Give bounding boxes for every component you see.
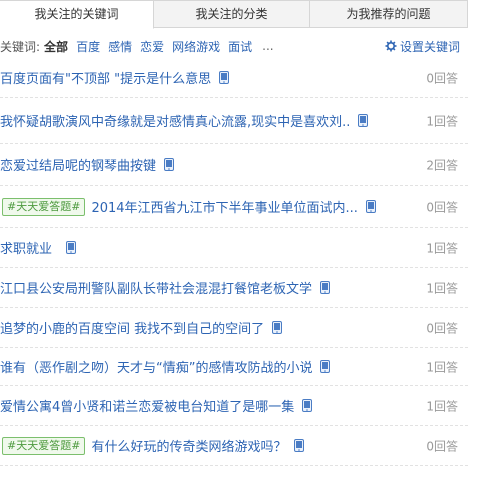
gear-icon	[385, 40, 397, 52]
question-link[interactable]: 有什么好玩的传奇类网络游戏吗？	[91, 436, 286, 455]
tab-bar: 我关注的关键词 我关注的分类 为我推荐的问题	[0, 0, 468, 29]
mobile-phone-icon	[272, 321, 283, 334]
keyword-interview[interactable]: 面试	[228, 38, 252, 55]
answer-count: 2回答	[426, 158, 458, 172]
tab-recommended[interactable]: 为我推荐的问题	[310, 0, 468, 28]
mobile-phone-icon	[294, 439, 305, 452]
question-row: #天天爱答题# 2014年江西省九江市下半年事业单位面试内... 0回答	[0, 186, 468, 228]
mobile-phone-icon	[320, 281, 331, 294]
set-keywords-label: 设置关键词	[399, 39, 460, 54]
keyword-online-games[interactable]: 网络游戏	[172, 38, 220, 55]
mobile-phone-icon	[219, 71, 230, 84]
answer-count: 0回答	[426, 439, 458, 453]
answer-count: 0回答	[426, 200, 458, 214]
question-link[interactable]: 我怀疑胡歌演风中奇缘就是对感情真心流露,现实中是喜欢刘...	[0, 111, 350, 130]
keyword-emotion[interactable]: 感情	[108, 38, 132, 55]
mobile-phone-icon	[302, 399, 313, 412]
mobile-phone-icon	[164, 158, 175, 171]
mobile-phone-icon	[320, 360, 331, 373]
question-list: 百度页面有"不顶部 "提示是什么意思 0回答 我怀疑胡歌演风中奇缘就是对感情真心…	[0, 58, 468, 466]
question-row: 江口县公安局刑警队副队长带社会混混打餐馆老板文学 1回答	[0, 268, 468, 308]
keyword-filter-bar: 关键词: 全部 百度 感情 恋爱 网络游戏 面试 ... 设置关键词	[0, 36, 468, 56]
question-link[interactable]: 恋爱过结局呢的钢琴曲按键	[0, 155, 156, 174]
answer-count: 1回答	[426, 360, 458, 374]
set-keywords-button[interactable]: 设置关键词	[385, 36, 460, 56]
mobile-phone-icon	[365, 200, 376, 213]
topic-tag[interactable]: #天天爱答题#	[2, 197, 86, 216]
keyword-label: 关键词:	[0, 39, 41, 54]
tab-my-keywords[interactable]: 我关注的关键词	[0, 0, 154, 29]
tab-my-categories[interactable]: 我关注的分类	[154, 0, 310, 28]
question-row: 谁有（恶作剧之吻）天才与“情痴”的感情攻防战的小说 1回答	[0, 348, 468, 386]
keyword-baidu[interactable]: 百度	[76, 38, 100, 55]
question-row: 百度页面有"不顶部 "提示是什么意思 0回答	[0, 58, 468, 98]
question-link[interactable]: 2014年江西省九江市下半年事业单位面试内...	[91, 197, 357, 216]
question-row: 爱情公寓4曾小贤和诺兰恋爱被电台知道了是哪一集 1回答	[0, 386, 468, 426]
question-link[interactable]: 谁有（恶作剧之吻）天才与“情痴”的感情攻防战的小说	[0, 357, 312, 376]
keyword-more[interactable]: ...	[262, 39, 273, 53]
question-row: 求职就业 1回答	[0, 228, 468, 268]
keyword-love[interactable]: 恋爱	[140, 38, 164, 55]
question-link[interactable]: 江口县公安局刑警队副队长带社会混混打餐馆老板文学	[0, 278, 312, 297]
question-row: 恋爱过结局呢的钢琴曲按键 2回答	[0, 144, 468, 186]
question-link[interactable]: 追梦的小鹿的百度空间 我找不到自己的空间了	[0, 318, 264, 337]
question-link[interactable]: 百度页面有"不顶部 "提示是什么意思	[0, 68, 211, 87]
question-row: 我怀疑胡歌演风中奇缘就是对感情真心流露,现实中是喜欢刘... 1回答	[0, 98, 468, 144]
answer-count: 1回答	[426, 241, 458, 255]
question-link[interactable]: 爱情公寓4曾小贤和诺兰恋爱被电台知道了是哪一集	[0, 396, 294, 415]
answer-count: 1回答	[426, 399, 458, 413]
keyword-all[interactable]: 全部	[44, 38, 68, 55]
question-row: 追梦的小鹿的百度空间 我找不到自己的空间了 0回答	[0, 308, 468, 348]
answer-count: 0回答	[426, 71, 458, 85]
question-link[interactable]: 求职就业	[0, 238, 52, 257]
answer-count: 1回答	[426, 281, 458, 295]
answer-count: 0回答	[426, 321, 458, 335]
topic-tag[interactable]: #天天爱答题#	[2, 436, 86, 455]
mobile-phone-icon	[66, 241, 77, 254]
answer-count: 1回答	[426, 114, 458, 128]
question-row: #天天爱答题# 有什么好玩的传奇类网络游戏吗？ 0回答	[0, 426, 468, 466]
mobile-phone-icon	[358, 114, 368, 127]
